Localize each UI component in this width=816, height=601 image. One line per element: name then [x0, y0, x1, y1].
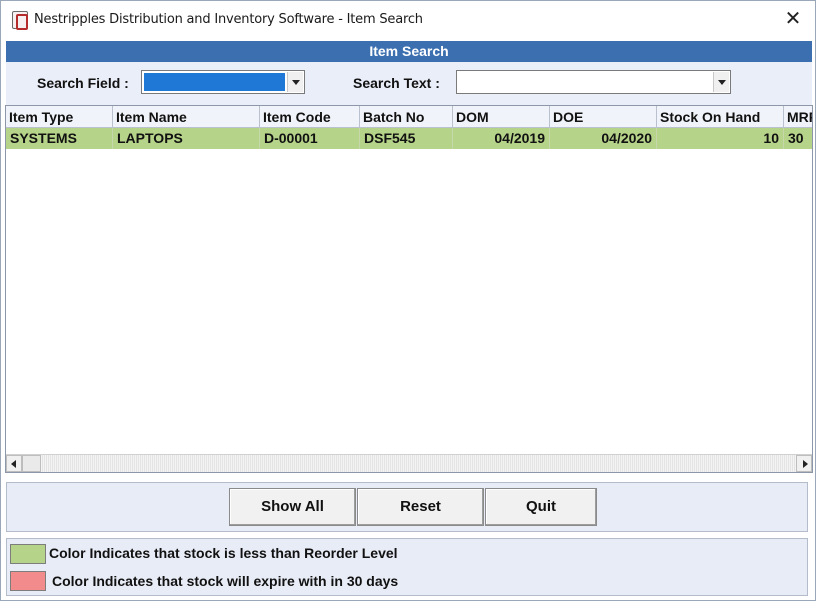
cell-item-name: LAPTOPS: [113, 128, 260, 149]
item-grid[interactable]: Item Type Item Name Item Code Batch No D…: [5, 105, 813, 473]
cell-item-type: SYSTEMS: [6, 128, 113, 149]
cell-batch-no: DSF545: [360, 128, 453, 149]
legend-text-expiry: Color Indicates that stock will expire w…: [52, 573, 399, 589]
search-field-dropdown[interactable]: [141, 70, 305, 94]
legend-panel: Color Indicates that stock is less than …: [6, 538, 808, 596]
column-header-doe[interactable]: DOE: [550, 106, 657, 128]
cell-mrp: 30: [784, 128, 812, 149]
column-header-batch-no[interactable]: Batch No: [360, 106, 453, 128]
horizontal-scrollbar[interactable]: [6, 454, 812, 472]
cell-doe: 04/2020: [550, 128, 657, 149]
cell-dom: 04/2019: [453, 128, 550, 149]
item-search-window: Nestripples Distribution and Inventory S…: [0, 0, 816, 601]
close-button[interactable]: ✕: [781, 7, 805, 31]
search-text-label: Search Text :: [353, 75, 440, 91]
chevron-down-icon[interactable]: [287, 72, 303, 92]
reset-button[interactable]: Reset: [357, 488, 484, 526]
cell-stock-on-hand: 10: [657, 128, 784, 149]
legend-swatch-reorder: [10, 544, 46, 564]
column-header-item-name[interactable]: Item Name: [113, 106, 260, 128]
show-all-button[interactable]: Show All: [229, 488, 356, 526]
column-header-stock-on-hand[interactable]: Stock On Hand: [657, 106, 784, 128]
search-text-value: [459, 73, 711, 91]
legend-text-reorder: Color Indicates that stock is less than …: [49, 545, 398, 561]
scroll-left-button[interactable]: [6, 455, 22, 472]
search-field-value: [144, 73, 285, 91]
cell-item-code: D-00001: [260, 128, 360, 149]
table-row[interactable]: SYSTEMS LAPTOPS D-00001 DSF545 04/2019 0…: [6, 128, 812, 149]
search-area: Search Field : Search Text :: [6, 62, 812, 105]
scroll-right-button[interactable]: [796, 455, 812, 472]
grid-header: Item Type Item Name Item Code Batch No D…: [6, 106, 812, 128]
window-title: Nestripples Distribution and Inventory S…: [34, 12, 423, 27]
chevron-down-icon[interactable]: [713, 72, 729, 92]
scrollbar-thumb[interactable]: [22, 455, 41, 472]
form-header: Item Search: [6, 41, 812, 62]
column-header-mrp[interactable]: MRP: [784, 106, 812, 128]
column-header-item-code[interactable]: Item Code: [260, 106, 360, 128]
column-header-item-type[interactable]: Item Type: [6, 106, 113, 128]
column-header-dom[interactable]: DOM: [453, 106, 550, 128]
button-panel: Show All Reset Quit: [6, 482, 808, 532]
search-text-dropdown[interactable]: [456, 70, 731, 94]
app-icon: [12, 11, 28, 30]
quit-button[interactable]: Quit: [485, 488, 597, 526]
legend-swatch-expiry: [10, 571, 46, 591]
search-field-label: Search Field :: [37, 75, 129, 91]
title-bar[interactable]: Nestripples Distribution and Inventory S…: [1, 1, 815, 39]
